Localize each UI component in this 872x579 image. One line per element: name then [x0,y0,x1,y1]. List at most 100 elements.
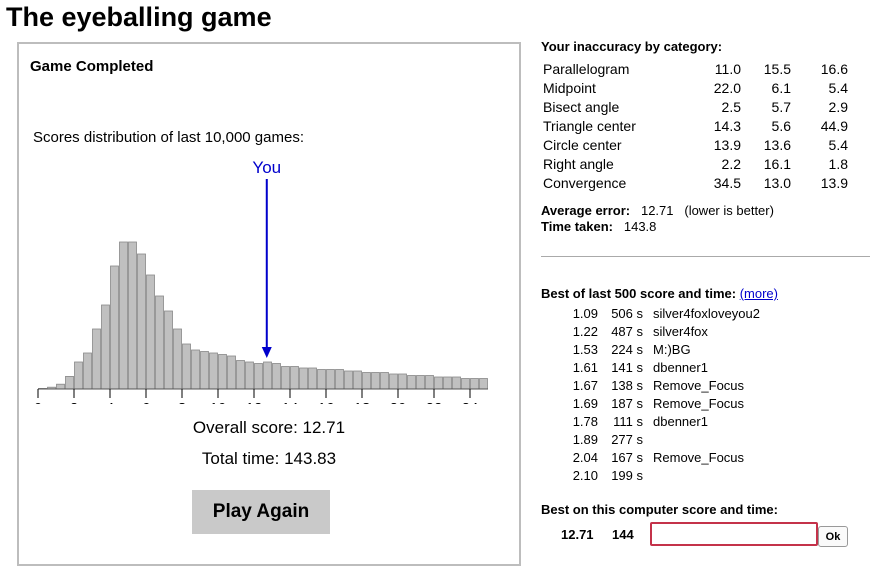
category-value: 44.9 [820,117,848,134]
histogram-bar [155,295,164,390]
category-name: Circle center [543,136,622,153]
category-value: 16.6 [820,60,848,77]
x-tick-label: 8 [178,400,186,404]
time-taken: Time taken: 143.8 [541,219,656,234]
category-value: 2.5 [721,98,741,115]
category-row: Circle center 13.9 13.6 5.4 [541,135,848,154]
best-name: Remove_Focus [653,449,745,465]
histogram-bar [191,349,200,390]
category-value: 13.6 [763,136,791,153]
histogram-bar [209,352,218,390]
game-panel: Game Completed Scores distribution of la… [17,42,521,566]
category-row: Triangle center 14.3 5.6 44.9 [541,116,848,135]
histogram-bar [353,370,362,390]
histogram-bar [173,328,182,390]
histogram-bar [461,378,470,390]
average-error-note: (lower is better) [684,203,774,218]
category-name: Triangle center [543,117,636,134]
best-name: dbenner1 [653,413,708,429]
time-taken-value: 143.8 [623,219,657,234]
histogram-bar [416,375,425,390]
best-time: 506 s [611,305,643,321]
best-row: 1.61 141 s dbenner1 [566,358,760,376]
histogram-bar [236,360,245,390]
histogram-bar [398,373,407,390]
histogram-bar [281,366,290,390]
category-row: Midpoint 22.0 6.1 5.4 [541,78,848,97]
category-value: 16.1 [763,155,791,172]
category-value: 34.5 [713,174,741,191]
best-name [643,430,760,448]
best-score: 1.53 [572,341,598,357]
time-taken-label: Time taken: [541,219,614,234]
histogram-bar [227,355,236,390]
histogram-bar [218,354,227,390]
x-tick-label: 14 [282,400,299,404]
best-recent-table: 1.09 506 s silver4foxloveyou2 1.22 487 s silv… [566,304,760,484]
more-link[interactable]: (more) [740,286,778,301]
category-row: Convergence 34.5 13.0 13.9 [541,173,848,192]
best-score: 1.22 [572,323,598,339]
x-tick-label: 16 [318,400,335,404]
histogram-bar [290,366,299,390]
best-score: 2.04 [572,449,598,465]
histogram-bar [146,274,155,390]
category-value: 2.9 [828,98,848,115]
score-distribution-chart: 024681012141618202224bestworse You [34,158,488,404]
x-tick-label: 18 [354,400,371,404]
name-input[interactable] [650,522,818,546]
overall-score: Overall score: 12.71 [192,418,346,437]
histogram-bar [92,328,101,390]
average-error-label: Average error: [541,203,631,218]
histogram-bar [245,361,254,390]
category-row: Bisect angle 2.5 5.7 2.9 [541,97,848,116]
best-name: silver4fox [653,323,708,339]
category-value: 22.0 [713,79,741,96]
best-row: 2.04 167 s Remove_Focus [566,448,760,466]
category-name: Convergence [543,174,627,191]
histogram-bar [74,361,83,390]
ok-button[interactable]: Ok [818,526,848,547]
play-again-button[interactable]: Play Again [192,490,330,534]
category-value: 2.2 [721,155,741,172]
x-tick-label: 0 [34,400,42,404]
you-marker-arrowhead [261,347,272,358]
category-value: 5.6 [771,117,791,134]
category-name: Bisect angle [543,98,620,115]
best-row: 1.78 111 s dbenner1 [566,412,760,430]
histogram-bar [326,369,335,390]
category-value: 5.4 [828,136,848,153]
best-row: 1.09 506 s silver4foxloveyou2 [566,304,760,322]
local-score: 12.71 [561,527,594,542]
histogram-bar [407,375,416,390]
best-score: 1.78 [572,413,598,429]
best-score: 2.10 [572,467,598,483]
best-name: silver4foxloveyou2 [653,305,760,321]
average-error: Average error: 12.71 (lower is better) [541,203,774,218]
x-tick-label: 6 [142,400,150,404]
inaccuracy-table: Parallelogram 11.0 15.5 16.6 Midpoint 22.0 6.1… [541,59,848,192]
best-time: 141 s [611,359,643,375]
category-value: 13.9 [820,174,848,191]
histogram-bar [470,378,479,390]
category-row: Parallelogram 11.0 15.5 16.6 [541,59,848,78]
histogram-bar [200,351,209,390]
best-recent-heading: Best of last 500 score and time: (more) [541,286,778,301]
histogram-bar [164,310,173,390]
inaccuracy-heading: Your inaccuracy by category: [541,39,723,54]
histogram-bar [479,378,488,390]
best-name: M:)BG [653,341,691,357]
best-score: 1.09 [572,305,598,321]
category-value: 15.5 [763,60,791,77]
category-name: Midpoint [543,79,596,96]
best-name: Remove_Focus [653,395,745,411]
page-title: The eyeballing game [6,2,272,32]
x-tick-label: 20 [390,400,407,404]
histogram-bar [308,367,317,390]
best-time: 187 s [611,395,643,411]
histogram-bar [344,370,353,390]
average-error-value: 12.71 [640,203,674,218]
histogram-bar [263,361,272,390]
you-label: You [252,158,281,177]
best-time: 111 s [613,413,643,429]
